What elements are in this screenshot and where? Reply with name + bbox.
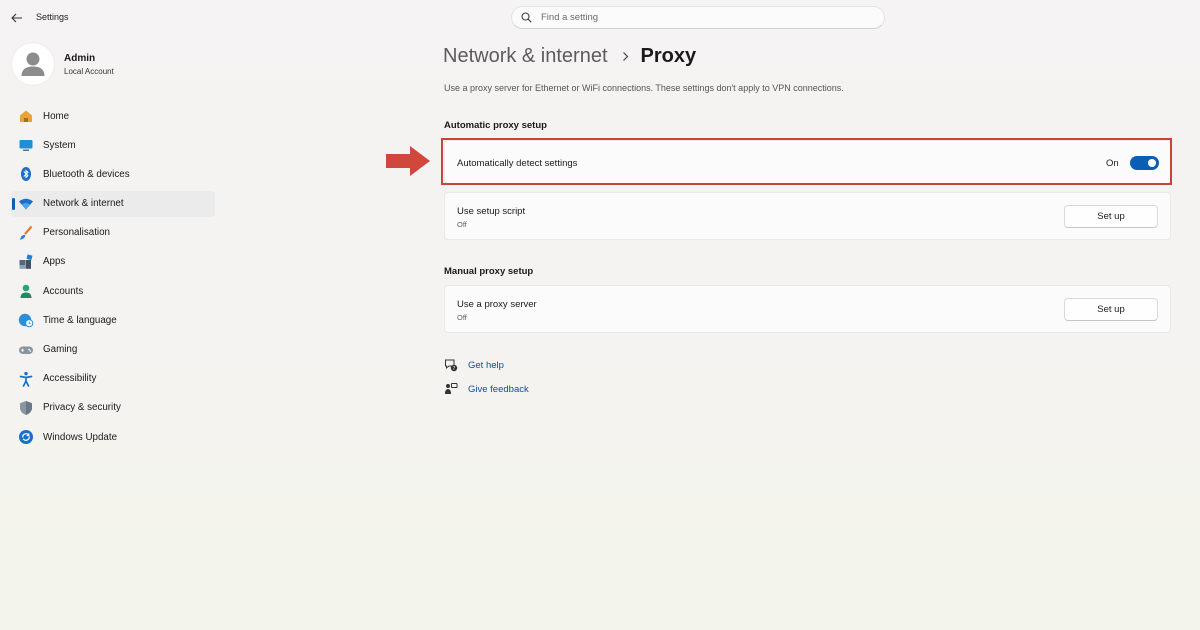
manual-proxy-heading: Manual proxy setup xyxy=(444,266,534,277)
sidebar-item-label: Accounts xyxy=(43,285,84,297)
highlight-box xyxy=(441,138,1172,185)
accounts-icon xyxy=(18,283,34,299)
search-icon xyxy=(521,12,533,24)
svg-text:?: ? xyxy=(453,366,456,372)
network-icon xyxy=(18,196,34,212)
proxy-server-label: Use a proxy server xyxy=(457,299,537,310)
setup-script-label: Use setup script xyxy=(457,206,526,217)
help-icon: ? xyxy=(444,358,458,372)
brush-icon xyxy=(18,225,34,241)
bluetooth-icon xyxy=(18,166,34,182)
sidebar-item-windows-update[interactable]: Windows Update xyxy=(11,424,215,450)
sidebar-item-label: Time & language xyxy=(43,314,117,326)
proxy-server-status: Off xyxy=(457,313,467,322)
avatar xyxy=(12,43,54,85)
setup-script-card: Use setup script Off Set up xyxy=(444,192,1171,240)
profile-info: Admin Local Account xyxy=(64,53,114,76)
globe-clock-icon xyxy=(18,312,34,328)
system-icon xyxy=(18,137,34,153)
sidebar-item-label: Apps xyxy=(43,256,66,268)
sidebar-item-personalisation[interactable]: Personalisation xyxy=(11,220,215,246)
apps-icon xyxy=(18,254,34,270)
breadcrumb: Network & internet Proxy xyxy=(443,42,696,70)
sidebar-item-home[interactable]: Home xyxy=(11,103,215,129)
setup-script-button[interactable]: Set up xyxy=(1064,205,1158,228)
give-feedback-text[interactable]: Give feedback xyxy=(468,384,529,395)
page-description: Use a proxy server for Ethernet or WiFi … xyxy=(444,83,844,93)
back-button[interactable] xyxy=(6,8,28,28)
feedback-icon xyxy=(444,382,458,396)
breadcrumb-parent-link[interactable]: Network & internet xyxy=(443,45,608,68)
sidebar-item-system[interactable]: System xyxy=(11,132,215,158)
sidebar-item-label: Accessibility xyxy=(43,373,97,385)
proxy-server-setup-button[interactable]: Set up xyxy=(1064,298,1158,321)
automatic-proxy-heading: Automatic proxy setup xyxy=(444,120,547,131)
update-icon xyxy=(18,429,34,445)
profile-account-type: Local Account xyxy=(64,66,114,76)
sidebar-item-privacy[interactable]: Privacy & security xyxy=(11,395,215,421)
chevron-right-icon xyxy=(622,51,629,62)
page-title: Proxy xyxy=(640,44,697,67)
sidebar-item-label: Gaming xyxy=(43,344,78,355)
proxy-server-card: Use a proxy server Off Set up xyxy=(444,285,1171,333)
accessibility-icon xyxy=(18,371,34,387)
sidebar-item-accessibility[interactable]: Accessibility xyxy=(11,366,215,392)
back-arrow-icon xyxy=(11,13,22,23)
user-avatar-icon xyxy=(21,52,45,76)
user-profile[interactable]: Admin Local Account xyxy=(12,42,114,86)
shield-icon xyxy=(18,400,34,416)
sidebar-item-network[interactable]: Network & internet xyxy=(11,190,215,217)
sidebar-item-label: Windows Update xyxy=(43,431,118,443)
sidebar-item-gaming[interactable]: Gaming xyxy=(11,337,215,363)
get-help-text[interactable]: Get help xyxy=(468,360,504,371)
sidebar-item-label: Home xyxy=(43,110,70,122)
get-help-link[interactable]: ? Get help xyxy=(444,357,504,373)
sidebar-item-label: Network & internet xyxy=(43,198,124,210)
title-bar: Settings Find a setting xyxy=(0,0,1200,36)
app-title: Settings xyxy=(36,12,69,22)
sidebar-item-label: Bluetooth & devices xyxy=(43,168,130,180)
sidebar-item-apps[interactable]: Apps xyxy=(11,249,215,275)
sidebar-item-accounts[interactable]: Accounts xyxy=(11,278,215,304)
sidebar-item-time-language[interactable]: Time & language xyxy=(11,307,215,333)
sidebar-nav: Home System Bluetooth & devices Network … xyxy=(11,103,215,453)
sidebar-item-label: Privacy & security xyxy=(43,402,121,414)
sidebar-item-bluetooth[interactable]: Bluetooth & devices xyxy=(11,161,215,187)
profile-name: Admin xyxy=(64,52,96,64)
search-input[interactable]: Find a setting xyxy=(541,12,598,23)
red-arrow-icon xyxy=(386,146,430,176)
setup-script-status: Off xyxy=(457,220,467,229)
search-box[interactable]: Find a setting xyxy=(511,6,885,29)
sidebar-item-label: Personalisation xyxy=(43,227,110,239)
sidebar-item-label: System xyxy=(43,139,76,151)
home-icon xyxy=(18,108,34,124)
gamepad-icon xyxy=(18,342,34,358)
give-feedback-link[interactable]: Give feedback xyxy=(444,381,529,397)
